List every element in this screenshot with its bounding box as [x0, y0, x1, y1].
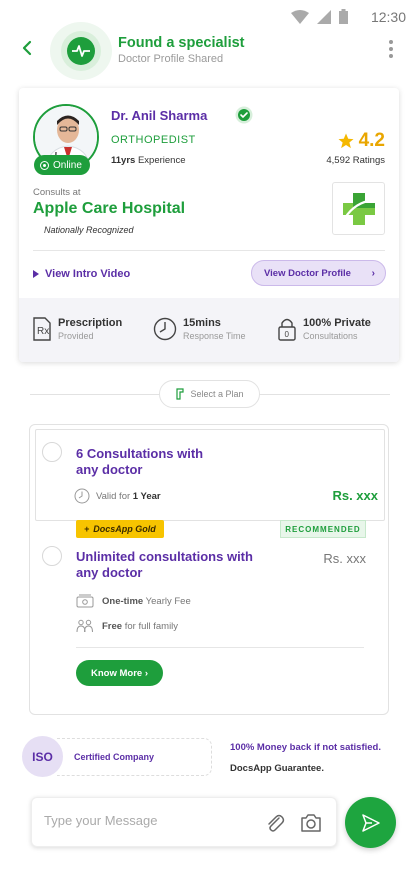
- clock-icon: [74, 488, 90, 504]
- plan-price-unlimited: Rs. xxx: [323, 551, 366, 566]
- hospital-name: Apple Care Hospital: [33, 200, 186, 217]
- feature-response-time: 15mins Response Time: [153, 317, 246, 341]
- more-options-icon[interactable]: [388, 40, 394, 58]
- specialist-logo: [50, 22, 112, 80]
- view-intro-video-link[interactable]: View Intro Video: [33, 268, 130, 280]
- plan-validity: Valid for 1 Year: [74, 488, 161, 504]
- money-icon: [76, 594, 94, 608]
- heartbeat-icon: [72, 45, 90, 57]
- prescription-icon: Rx: [33, 317, 51, 341]
- family-icon: [76, 619, 93, 633]
- plans-container: 6 Consultations with any doctor Valid for…: [29, 424, 389, 715]
- star-icon: [338, 133, 354, 149]
- chevron-right-icon: ›: [371, 268, 375, 279]
- medical-cross-icon: [342, 192, 375, 225]
- svg-text:Rx: Rx: [37, 326, 49, 337]
- message-composer: [31, 797, 337, 847]
- plan-radio[interactable]: [42, 442, 62, 462]
- doctor-profile-card: Online Dr. Anil Sharma ORTHOPEDIST 11yrs…: [19, 88, 399, 362]
- hospital-logo: [332, 182, 385, 235]
- camera-icon[interactable]: [300, 813, 322, 833]
- lock-icon: 0: [278, 318, 296, 341]
- certified-company-box: Certified Company: [57, 738, 212, 776]
- doctor-specialty: ORTHOPEDIST: [111, 134, 196, 146]
- message-input[interactable]: [44, 813, 244, 828]
- view-doctor-profile-button[interactable]: View Doctor Profile ›: [251, 260, 386, 286]
- intro-video-label: View Intro Video: [45, 268, 131, 280]
- send-icon: [361, 813, 380, 832]
- plan-divider: [76, 647, 364, 648]
- recommended-badge: RECOMMENDED: [280, 520, 366, 538]
- online-status-badge: Online: [34, 155, 90, 175]
- clock-icon: [153, 317, 177, 341]
- plan-title-unlimited: Unlimited consultations with any doctor: [76, 549, 253, 580]
- guarantee-text: DocsApp Guarantee.: [230, 763, 324, 774]
- doctor-rating: 4.2: [337, 130, 385, 152]
- plan-feature-family: Free for full family: [76, 619, 178, 633]
- svg-text:0: 0: [285, 330, 290, 339]
- doctor-name: Dr. Anil Sharma: [111, 108, 208, 123]
- verified-badge-icon: [235, 106, 253, 124]
- hospital-recognition: Nationally Recognized: [44, 225, 134, 235]
- plan-option-consultations[interactable]: 6 Consultations with any doctor Valid for…: [35, 429, 385, 521]
- know-more-button[interactable]: Know More ›: [76, 660, 163, 686]
- ratings-count: 4,592 Ratings: [326, 155, 385, 166]
- attachment-icon[interactable]: [264, 813, 286, 835]
- back-arrow-icon[interactable]: [18, 38, 38, 58]
- money-back-text: 100% Money back if not satisfied.: [230, 742, 381, 753]
- view-profile-label: View Doctor Profile: [264, 267, 351, 279]
- docsapp-gold-badge: + DocsApp Gold: [76, 520, 164, 538]
- doctor-experience: 11yrs Experience: [111, 155, 186, 166]
- header-subtitle: Doctor Profile Shared: [118, 53, 224, 65]
- rating-value: 4.2: [358, 130, 385, 151]
- feature-prescription: Rx Prescription Provided: [32, 317, 122, 341]
- doc-leaf-icon: [176, 388, 185, 400]
- online-status-label: Online: [53, 159, 82, 171]
- consults-at-label: Consults at: [33, 187, 81, 198]
- plan-price: Rs. xxx: [332, 488, 378, 503]
- plan-radio-unlimited[interactable]: [42, 546, 62, 566]
- plan-title: 6 Consultations with any doctor: [76, 446, 204, 477]
- plan-feature-fee: One-time Yearly Fee: [76, 594, 191, 608]
- card-divider: [33, 250, 385, 251]
- online-dot-icon: [40, 160, 49, 170]
- iso-badge: ISO: [22, 736, 63, 777]
- send-button[interactable]: [345, 797, 396, 848]
- chevron-right-icon: ›: [144, 667, 148, 679]
- features-strip: Rx Prescription Provided 15mins Response T…: [19, 298, 399, 362]
- feature-private: 0 100% Private Consultations: [277, 317, 371, 341]
- chat-header: Found a specialist Doctor Profile Shared: [0, 20, 420, 80]
- select-plan-chip: Select a Plan: [159, 380, 260, 408]
- play-icon: [33, 270, 39, 278]
- header-title: Found a specialist: [118, 35, 245, 51]
